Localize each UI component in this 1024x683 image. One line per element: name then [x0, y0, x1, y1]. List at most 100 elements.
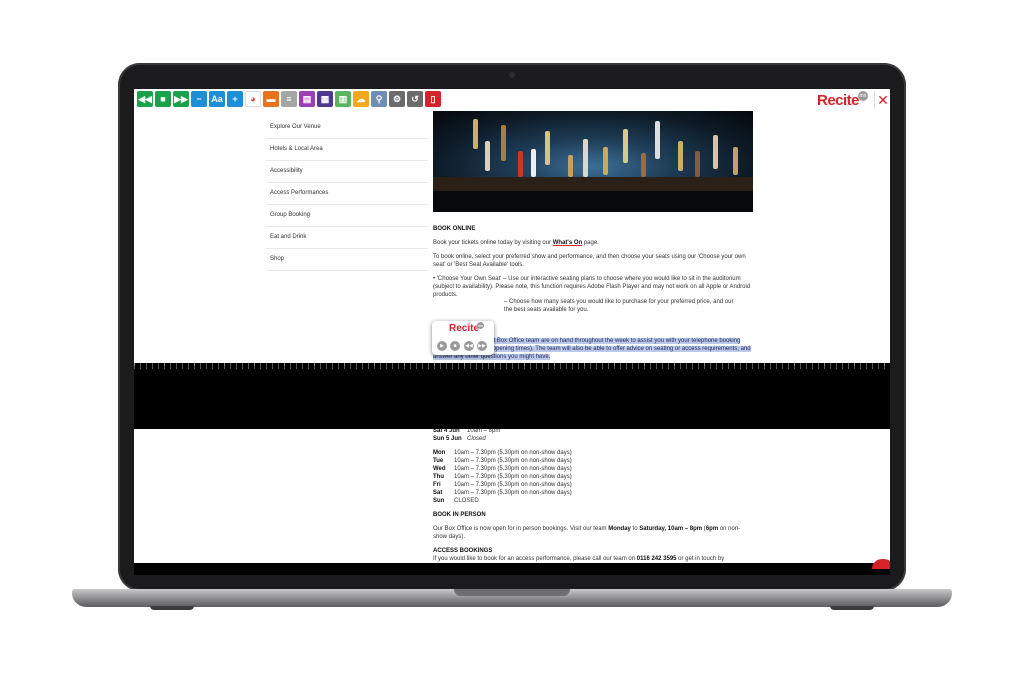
margins-icon: ≡ [286, 94, 292, 104]
color-button[interactable]: ◕ [245, 91, 261, 107]
chat-widget-button[interactable] [872, 559, 890, 569]
magnifier-button[interactable]: ⚲ [371, 91, 387, 107]
dancer-figure [678, 141, 683, 171]
in-person-text: Our Box Office is now open for in person… [433, 526, 609, 532]
book-online-line: Book your tickets online today by visiti… [433, 239, 753, 247]
dancer-figure [485, 141, 490, 171]
dancer-figure [733, 147, 738, 175]
recite-logo: Recite [817, 92, 860, 109]
reader-button[interactable]: ▤ [299, 91, 315, 107]
nav-item[interactable]: Accessibility [266, 161, 428, 183]
dancer-figure [568, 155, 573, 177]
hours-row: Mon 10am – 7.30pm (5.30pm on non-show day… [433, 449, 572, 457]
close-toolbar-button[interactable]: ✕ [874, 91, 890, 109]
font-icon: Aa [211, 94, 223, 104]
increase-text-button[interactable]: + [227, 91, 243, 107]
rewind-button[interactable]: ◀◀ [137, 91, 153, 107]
popup-stop-button[interactable]: ■ [450, 341, 460, 351]
popup-recite-logo: Recite [449, 323, 480, 334]
help-button[interactable]: ▯ [425, 91, 441, 107]
reset-button[interactable]: ↺ [407, 91, 423, 107]
nav-item[interactable]: Explore Our Venue [266, 117, 428, 139]
webcam [509, 72, 515, 78]
hours-time: 10am – 7.30pm (5.30pm on non-show days) [454, 474, 572, 480]
ruler-icon: ▬ [266, 94, 276, 104]
dancer-figure [623, 129, 628, 163]
access-text: If you would like to book for an access … [433, 556, 637, 562]
nav-item[interactable]: Access Performances [266, 183, 428, 205]
dictionary-icon: ▥ [338, 94, 348, 104]
ruler-button[interactable]: ▬ [263, 91, 279, 107]
recite-popup: Recite me ▶ ■ ◀◀ ▶▶ [432, 321, 494, 355]
nav-item[interactable]: Hotels & Local Area [266, 139, 428, 161]
hours-time: CLOSED [454, 498, 479, 504]
audience-silhouette [433, 191, 753, 212]
choose-own-seat-bullet: • 'Choose Your Own Seat' – Use our inter… [433, 276, 751, 298]
dancer-figure [583, 139, 588, 177]
hours-time: 10am – 7.30pm (5.30pm on non-show days) [454, 490, 572, 496]
access-text-end: or get in touch by [676, 556, 725, 562]
settings-button[interactable]: ⚙ [389, 91, 405, 107]
help-icon: ▯ [430, 94, 436, 104]
color-wheel-icon: ◕ [250, 94, 256, 104]
side-navigation: Explore Our Venue Hotels & Local Area Acce… [266, 117, 428, 271]
dancer-figure [695, 151, 700, 177]
stop-button[interactable]: ■ [155, 91, 171, 107]
dancer-figure [501, 125, 506, 161]
book-online-heading: BOOK ONLINE [433, 226, 476, 232]
download-audio-button[interactable]: ☁ [353, 91, 369, 107]
hours-row: Thu 10am – 7.30pm (5.30pm on non-show day… [433, 473, 572, 481]
dancer-figure [518, 151, 523, 177]
recite-toolbar: Recite me ✕ ◀◀ ■ ▶▶ − Aa + ◕ ▬ ≡ ▤ ▦ ▥ ☁ ⚲ ⚙ ↺ ▯ [134, 89, 890, 112]
popup-play-button[interactable]: ▶ [437, 341, 447, 351]
dancer-figure [713, 135, 718, 169]
margins-button[interactable]: ≡ [281, 91, 297, 107]
access-bookings-heading-text: ACCESS BOOKINGS [433, 548, 493, 554]
laptop-screen: Recite me ✕ ◀◀ ■ ▶▶ − Aa + ◕ ▬ ≡ ▤ ▦ ▥ ☁ ⚲ ⚙ ↺ ▯ Explore… [134, 89, 890, 575]
hours-time: Closed [467, 436, 486, 442]
reading-ruler-major-ticks [134, 363, 890, 366]
hours-time: 10am – 7.30pm (5.30pm on non-show days) [454, 466, 572, 472]
in-person-saturday: Saturday, 10am – 8pm [639, 526, 703, 532]
font-button[interactable]: Aa [209, 91, 225, 107]
hours-day: Fri [433, 482, 441, 488]
translate-icon: ▦ [320, 94, 330, 104]
hours-day: Sat [433, 490, 443, 496]
screen-bottom-bar [134, 563, 890, 575]
popup-forward-button[interactable]: ▶▶ [477, 341, 487, 351]
hours-day: Thu [433, 474, 444, 480]
hours-day: Tue [433, 458, 444, 464]
laptop-notch [454, 589, 570, 596]
popup-back-button[interactable]: ◀◀ [464, 341, 474, 351]
hours-day: Mon [433, 450, 446, 456]
laptop-foot-left [150, 606, 194, 610]
hours-row: Sun CLOSED [433, 497, 572, 505]
whats-on-link[interactable]: What's On [553, 240, 582, 246]
page-lower-section: Sat 4 Jun 10am – 8pm Sun 5 Jun Closed Mon 10… [134, 429, 890, 563]
translate-button[interactable]: ▦ [317, 91, 333, 107]
nav-item[interactable]: Eat and Drink [266, 227, 428, 249]
fast-forward-button[interactable]: ▶▶ [173, 91, 189, 107]
dancer-figure [603, 147, 608, 175]
access-bookings-text: If you would like to book for an access … [433, 555, 753, 563]
hours-row: Wed 10am – 7.30pm (5.30pm on non-show day… [433, 465, 572, 473]
popup-me-badge: me [477, 322, 484, 329]
magnifier-icon: ⚲ [375, 94, 383, 104]
hero-image [433, 111, 753, 212]
access-phone[interactable]: 0116 242 3595 [637, 556, 677, 562]
hours-row: Sun 5 Jun Closed [433, 435, 500, 443]
dictionary-button[interactable]: ▥ [335, 91, 351, 107]
book-icon: ▤ [302, 94, 312, 104]
hours-day: Wed [433, 466, 446, 472]
opening-hours-table: Mon 10am – 7.30pm (5.30pm on non-show day… [433, 449, 572, 505]
stop-icon: ■ [160, 94, 166, 104]
book-in-person-heading: BOOK IN PERSON [433, 511, 753, 519]
hours-row: Sat 10am – 7.30pm (5.30pm on non-show day… [433, 489, 572, 497]
nav-item[interactable]: Group Booking [266, 205, 428, 227]
dancer-figure [545, 131, 550, 165]
in-person-6pm: 6pm [705, 526, 719, 532]
plus-icon: + [232, 94, 238, 104]
decrease-text-button[interactable]: − [191, 91, 207, 107]
nav-item[interactable]: Shop [266, 249, 428, 271]
hours-time: 10am – 7.30pm (5.30pm on non-show days) [454, 482, 572, 488]
